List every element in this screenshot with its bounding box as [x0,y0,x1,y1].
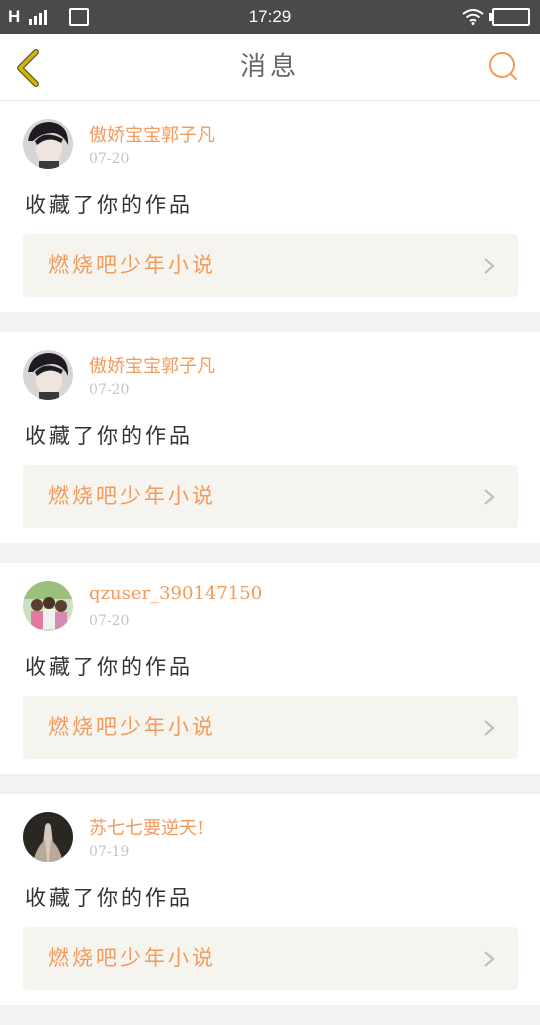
nav-bar: 消息 [0,34,540,101]
status-right [462,8,530,26]
status-bar: H 17:29 [0,0,540,34]
username[interactable]: 傲娇宝宝郭子凡 [89,352,215,378]
username[interactable]: 苏七七要逆天! [89,814,204,840]
search-button[interactable] [488,51,520,83]
username[interactable]: qzuser_390147150 [89,583,262,604]
work-link[interactable]: 燃烧吧少年小说 [23,234,518,297]
battery-icon [489,8,530,26]
wifi-icon [462,9,484,25]
work-title: 燃烧吧少年小说 [48,484,216,508]
avatar[interactable] [23,119,73,169]
work-title: 燃烧吧少年小说 [48,946,216,970]
timestamp: 07-19 [89,844,130,860]
avatar[interactable] [23,812,73,862]
chevron-right-icon [484,489,495,505]
timestamp: 07-20 [89,382,130,398]
avatar[interactable] [23,350,73,400]
notification-card: 傲娇宝宝郭子凡 07-20 收藏了你的作品 燃烧吧少年小说 [0,101,540,312]
work-title: 燃烧吧少年小说 [48,715,216,739]
work-link[interactable]: 燃烧吧少年小说 [23,465,518,528]
action-text: 收藏了你的作品 [25,886,193,910]
timestamp: 07-20 [89,151,130,167]
notification-card: qzuser_390147150 07-20 收藏了你的作品 燃烧吧少年小说 [0,563,540,774]
page-title: 消息 [239,52,300,82]
status-time: 17:29 [248,7,292,26]
back-button[interactable] [12,48,48,88]
notification-card: 傲娇宝宝郭子凡 07-20 收藏了你的作品 燃烧吧少年小说 [0,332,540,543]
chevron-right-icon [484,951,495,967]
search-icon [489,52,517,80]
timestamp: 07-20 [89,613,130,629]
chevron-right-icon [484,258,495,274]
action-text: 收藏了你的作品 [25,655,193,679]
action-text: 收藏了你的作品 [25,424,193,448]
notification-card: 苏七七要逆天! 07-19 收藏了你的作品 燃烧吧少年小说 [0,794,540,1005]
work-title: 燃烧吧少年小说 [48,253,216,277]
chevron-right-icon [484,720,495,736]
work-link[interactable]: 燃烧吧少年小说 [23,927,518,990]
chevron-left-icon [17,49,39,87]
notification-list: 傲娇宝宝郭子凡 07-20 收藏了你的作品 燃烧吧少年小说 傲娇宝宝郭子凡 07… [0,101,540,1025]
action-text: 收藏了你的作品 [25,193,193,217]
username[interactable]: 傲娇宝宝郭子凡 [89,121,215,147]
work-link[interactable]: 燃烧吧少年小说 [23,696,518,759]
avatar[interactable] [23,581,73,631]
